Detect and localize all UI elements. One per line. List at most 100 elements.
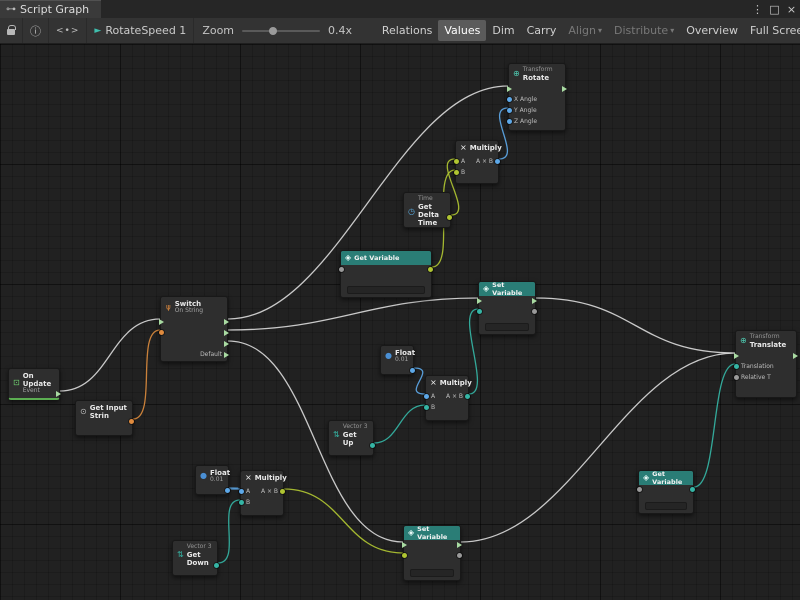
flow-port[interactable] [734, 352, 739, 359]
value-port[interactable]: Y Angle [507, 107, 537, 114]
port-marker [224, 319, 229, 325]
zoom-fit-icon: <•> [56, 26, 79, 36]
node-multiply-top[interactable]: ×Multiply AB A × B [455, 140, 499, 184]
wire-get-input-string-to-switch[interactable] [133, 330, 160, 419]
value-port[interactable] [447, 214, 452, 221]
titlebar: ⊶ Script Graph ⋮ □ × [0, 0, 800, 18]
variable-field[interactable] [410, 569, 454, 577]
value-port[interactable] [690, 486, 695, 493]
node-set-variable-top[interactable]: ◈Set Variable [478, 281, 536, 335]
flow-port[interactable] [562, 85, 567, 92]
dim-button[interactable]: Dim [486, 20, 520, 41]
value-port[interactable] [339, 266, 344, 273]
node-get-variable-top[interactable]: ◈Get Variable [340, 250, 432, 298]
flow-port[interactable] [507, 85, 512, 92]
value-port[interactable] [129, 418, 134, 425]
distribute-button[interactable]: Distribute ▾ [608, 20, 680, 41]
variable-field[interactable] [485, 323, 529, 331]
value-port[interactable] [532, 308, 537, 315]
value-port[interactable] [457, 552, 462, 559]
window-menu-icon[interactable]: ⋮ [749, 0, 766, 18]
wire-float-mid-to-multiply-mid[interactable] [414, 368, 425, 394]
info-button[interactable]: ⓘ [23, 18, 49, 43]
flow-port[interactable] [159, 318, 164, 325]
value-port[interactable]: A [454, 158, 465, 165]
flow-port[interactable] [477, 297, 482, 304]
flow-port[interactable] [532, 297, 537, 304]
node-get-delta-time[interactable]: ◷TimeGet Delta Time [403, 192, 451, 228]
value-port[interactable] [370, 442, 375, 449]
wire-switch-to-set-variable-top[interactable] [228, 298, 478, 330]
wire-set-variable-top-to-translate[interactable] [536, 298, 735, 353]
wire-vector3-get-up-to-multiply-mid[interactable] [374, 405, 425, 443]
zoom-fit-button[interactable]: <•> [49, 18, 87, 43]
node-multiply-bottom[interactable]: ×MultiplyABA × B [240, 470, 284, 516]
flow-port[interactable] [793, 352, 798, 359]
zoom-slider[interactable] [242, 30, 320, 32]
graph-canvas[interactable]: ⊕TransformRotateX AngleY AngleZ Angle×Mu… [0, 44, 800, 600]
port-label: A × B [446, 393, 463, 400]
wire-on-update-to-switch[interactable] [60, 319, 160, 391]
value-port[interactable]: Z Angle [507, 118, 537, 125]
close-icon[interactable]: × [783, 0, 800, 18]
node-on-update[interactable]: ⊡On UpdateEvent [8, 368, 60, 400]
node-get-input-string[interactable]: ⊙Get Input Strin [75, 400, 133, 436]
value-port[interactable]: X Angle [507, 96, 537, 103]
variable-field[interactable] [347, 286, 425, 294]
tab-script-graph[interactable]: ⊶ Script Graph [0, 0, 101, 18]
fullscreen-button[interactable]: Full Screen [744, 20, 800, 41]
value-port[interactable] [402, 552, 407, 559]
carry-button[interactable]: Carry [521, 20, 563, 41]
node-rotate[interactable]: ⊕TransformRotateX AngleY AngleZ Angle [508, 63, 566, 131]
value-port[interactable]: A [239, 488, 250, 495]
overview-button[interactable]: Overview [680, 20, 744, 41]
node-switch[interactable]: ⋔SwitchOn StringDefault [160, 296, 228, 362]
flow-port[interactable] [457, 541, 462, 548]
values-button[interactable]: Values [438, 20, 486, 41]
value-port[interactable]: A × B [446, 393, 470, 400]
wire-set-variable-bottom-to-translate[interactable] [461, 353, 735, 542]
wire-vector3-get-down-to-multiply-bottom[interactable] [218, 500, 240, 563]
node-header: ×Multiply [456, 141, 498, 153]
value-port[interactable] [225, 487, 230, 494]
flow-port[interactable] [224, 329, 229, 336]
value-port[interactable] [214, 562, 219, 569]
port-marker [562, 86, 567, 92]
node-set-variable-bottom[interactable]: ◈Set Variable [403, 525, 461, 581]
value-port[interactable]: A × B [261, 488, 285, 495]
lock-button[interactable] [0, 18, 23, 43]
node-translate[interactable]: ⊕TransformTranslateTranslationRelative T [735, 330, 797, 398]
value-port[interactable] [428, 266, 433, 273]
value-port[interactable]: A × B [476, 158, 500, 165]
graph-breadcrumb[interactable]: ► RotateSpeed 1 [87, 18, 194, 43]
value-port[interactable]: B [424, 404, 435, 411]
node-vector3-get-down[interactable]: ⇅Vector 3Get Down [172, 540, 218, 576]
align-button[interactable]: Align ▾ [562, 20, 608, 41]
flow-port[interactable] [224, 340, 229, 347]
value-port[interactable]: B [454, 169, 465, 176]
value-port[interactable] [159, 329, 164, 336]
node-get-variable-right[interactable]: ◈Get Variable [638, 470, 694, 514]
flow-port[interactable]: Default [200, 351, 229, 358]
variable-field[interactable] [645, 502, 687, 510]
value-port[interactable] [637, 486, 642, 493]
maximize-icon[interactable]: □ [766, 0, 783, 18]
wire-get-variable-right-to-translate[interactable] [694, 364, 735, 487]
value-port[interactable] [477, 308, 482, 315]
flow-port[interactable] [402, 541, 407, 548]
value-port[interactable]: B [239, 499, 250, 506]
value-port[interactable]: Translation [734, 363, 774, 370]
port-label: Translation [741, 363, 774, 370]
zoom-slider-handle[interactable] [269, 27, 277, 35]
value-port[interactable] [410, 367, 415, 374]
flow-port[interactable] [56, 390, 61, 397]
node-vector3-get-up[interactable]: ⇅Vector 3Get Up [328, 420, 374, 456]
node-multiply-mid[interactable]: ×MultiplyABA × B [425, 375, 469, 421]
info-icon: ⓘ [30, 23, 41, 39]
node-float-mid[interactable]: ●Float0.01 [380, 345, 414, 375]
value-port[interactable]: A [424, 393, 435, 400]
relations-button[interactable]: Relations [376, 20, 439, 41]
value-port[interactable]: Relative T [734, 374, 771, 381]
node-float-bottom[interactable]: ●Float0.01 [195, 465, 229, 495]
flow-port[interactable] [224, 318, 229, 325]
